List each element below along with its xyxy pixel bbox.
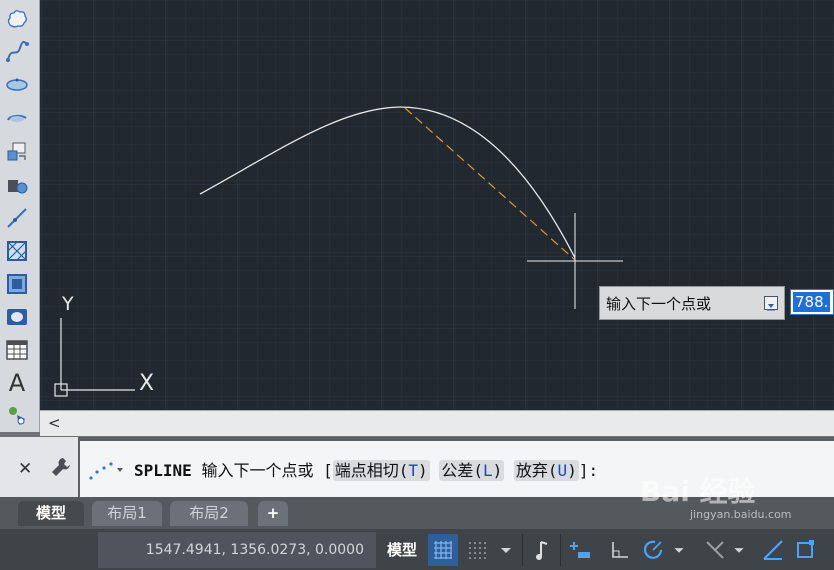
ellipse-icon[interactable]: [4, 72, 30, 98]
object-snap-tracking-icon[interactable]: [758, 534, 788, 566]
add-layout-button[interactable]: +: [258, 501, 288, 526]
watermark-url: jingyan.baidu.com: [690, 508, 792, 521]
option-key: L: [482, 461, 493, 480]
dynamic-input-value: 788.: [793, 292, 831, 312]
drawing-canvas[interactable]: Y X: [40, 0, 834, 410]
option-undo[interactable]: 放弃(U): [513, 460, 579, 481]
multiline-text-glyph: A: [8, 369, 26, 397]
option-close-bracket: ]:: [578, 461, 599, 480]
option-label: 端点相切: [334, 461, 399, 480]
polar-tracking-icon[interactable]: [638, 534, 668, 566]
multiline-text-icon[interactable]: A: [4, 369, 30, 397]
watermark-logo: Bai 经验: [640, 475, 756, 508]
dynamic-input-toggle-icon[interactable]: [565, 534, 595, 566]
option-tolerance[interactable]: 公差(L): [439, 460, 505, 481]
option-key: T: [408, 461, 419, 480]
option-key: U: [557, 461, 568, 480]
spline-icon[interactable]: [4, 39, 30, 65]
ortho-mode-icon[interactable]: [604, 534, 634, 566]
option-label: 公差: [441, 461, 474, 480]
command-history-icon[interactable]: [87, 458, 127, 482]
object-snap-icon[interactable]: [790, 534, 820, 566]
table-icon[interactable]: [4, 337, 30, 363]
dynamic-input-value-field[interactable]: 788.: [790, 289, 834, 315]
add-selected-icon[interactable]: [4, 402, 30, 428]
region-icon[interactable]: [4, 304, 30, 330]
tab-layout2[interactable]: 布局2: [170, 501, 248, 526]
tab-model[interactable]: 模型: [18, 501, 84, 526]
option-tangent-ends[interactable]: 端点相切(T): [332, 460, 430, 481]
close-icon[interactable]: ✕: [18, 459, 32, 479]
ellipse-arc-icon[interactable]: [4, 105, 30, 131]
autocad-window: A Y X 输入下一个点或 788. < ✕ SPLINE 输入下一个点或 […: [0, 0, 834, 570]
scroll-left-arrow-icon[interactable]: <: [48, 414, 61, 432]
make-block-icon[interactable]: [4, 173, 30, 199]
coordinate-readout[interactable]: 1547.4941, 1356.0273, 0.0000: [98, 532, 376, 568]
horizontal-scrollbar[interactable]: <: [40, 410, 834, 436]
snap-mode-icon[interactable]: [462, 534, 492, 566]
dynamic-input-tooltip: 输入下一个点或: [599, 286, 785, 320]
point-icon[interactable]: [4, 205, 30, 231]
command-prompt: 输入下一个点或: [201, 461, 314, 480]
ucs-x-label: X: [139, 371, 154, 396]
infer-constraints-icon[interactable]: [528, 534, 558, 566]
hatch-icon[interactable]: [4, 238, 30, 264]
canvas-drawing: Y X: [40, 0, 834, 410]
dropdown-arrow-icon[interactable]: [764, 296, 778, 311]
draw-toolbar: A: [0, 0, 40, 432]
status-divider: [522, 534, 523, 566]
revision-cloud-icon[interactable]: [4, 6, 30, 32]
command-name: SPLINE: [134, 461, 192, 480]
polar-dropdown-icon[interactable]: [668, 534, 690, 566]
isodraft-icon[interactable]: [700, 534, 730, 566]
major-grid: [40, 0, 834, 410]
ucs-y-label: Y: [61, 293, 74, 315]
insert-block-icon[interactable]: [4, 139, 30, 165]
status-divider: [560, 534, 561, 566]
grid-toggle-icon[interactable]: [428, 534, 458, 566]
option-label: 放弃: [515, 461, 548, 480]
gradient-icon[interactable]: [4, 271, 30, 297]
tab-layout1[interactable]: 布局1: [92, 501, 162, 526]
model-space-button[interactable]: 模型: [380, 534, 424, 566]
isodraft-dropdown-icon[interactable]: [728, 534, 750, 566]
command-prompt-text: SPLINE 输入下一个点或 [端点相切(T) 公差(L) 放弃(U)]:: [134, 457, 598, 481]
snap-dropdown-icon[interactable]: [494, 534, 518, 566]
option-open-bracket: [: [323, 461, 333, 480]
dynamic-input-prompt: 输入下一个点或: [606, 295, 712, 313]
wrench-icon[interactable]: [49, 455, 73, 479]
